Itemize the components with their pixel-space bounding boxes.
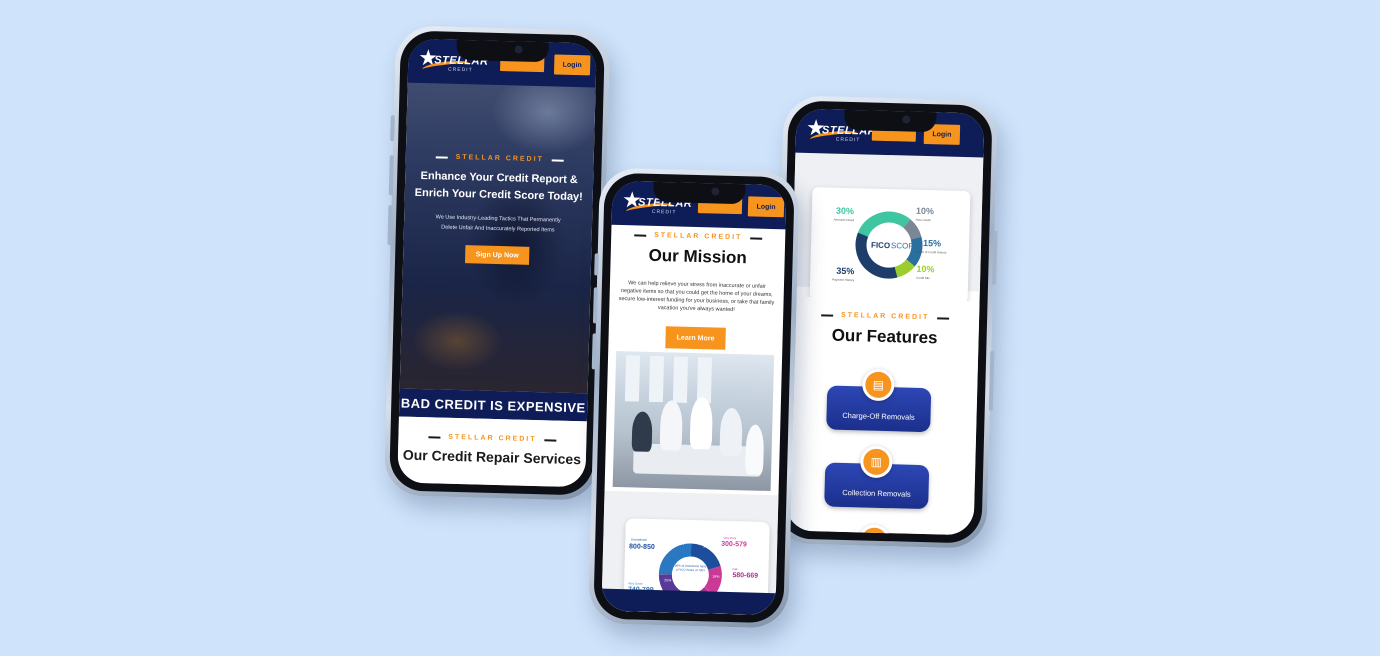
eyebrow-label: STELLAR CREDIT — [455, 153, 544, 164]
side-button — [992, 230, 998, 285]
eyebrow-dash — [435, 155, 448, 159]
fico-donut-chart: FICO SCORE 30% Amounts Owed 10% New Cred… — [832, 206, 947, 283]
services-title: Our Credit Repair Services — [402, 446, 582, 468]
window — [648, 355, 665, 403]
eyebrow-dash — [544, 438, 557, 442]
range-very-poor: 300-579 — [721, 541, 747, 549]
phone-notch — [456, 39, 549, 63]
eyebrow-label: STELLAR CREDIT — [654, 231, 743, 242]
fico-pct-mix: 10% — [916, 264, 934, 274]
camera-icon — [711, 187, 720, 196]
range-name-very-good: Very Good — [628, 581, 643, 585]
mission-section: STELLAR CREDIT Our Mission We can help r… — [608, 225, 785, 352]
range-name-very-poor: Very Poor — [723, 536, 736, 540]
fico-score-card: FICO SCORE 30% Amounts Owed 10% New Cred… — [809, 187, 971, 304]
range-fair: 580-669 — [732, 572, 758, 580]
fico-label-new-credit: New Credit — [916, 218, 931, 222]
eyebrow-dash — [634, 233, 647, 237]
team-high-five-photo — [612, 350, 775, 492]
range-name-fair: Fair — [732, 567, 737, 571]
pct-very-good: 25% — [664, 578, 671, 582]
services-section: STELLAR CREDIT Our Credit Repair Service… — [397, 416, 587, 488]
phone-mockup-home: ★ STELLAR CREDIT Login STELLAR CREDIT En… — [383, 25, 611, 501]
login-button[interactable]: Login — [553, 54, 591, 76]
login-button[interactable]: Login — [747, 196, 785, 218]
eyebrow-dash — [428, 435, 441, 439]
pct-very-poor: 16% — [703, 544, 710, 548]
range-name-exceptional: Exceptional — [631, 537, 647, 541]
window — [672, 356, 689, 403]
fico-label-mix: Credit Mix — [916, 276, 930, 280]
sign-up-button[interactable]: Sign Up Now — [464, 245, 530, 265]
side-button — [591, 333, 597, 370]
phone-notch — [653, 181, 746, 205]
eyebrow-label: STELLAR CREDIT — [448, 433, 537, 444]
feature-card-charge-off[interactable]: ▤ Charge-Off Removals — [826, 368, 932, 433]
features-title: Our Features — [831, 325, 938, 348]
person — [745, 424, 765, 475]
hero-subtitle: We Use Industry-Leading Tactics That Per… — [435, 214, 561, 234]
feature-card-collection[interactable]: ▥ Collection Removals — [824, 444, 930, 510]
fico-label-amounts: Amounts Owed — [834, 218, 855, 223]
eyebrow-dash — [551, 158, 564, 162]
side-button — [387, 205, 393, 246]
fico-center-label: FICO — [871, 241, 890, 250]
footer-bar — [601, 588, 776, 616]
features-section: STELLAR CREDIT Our Features ▤ Charge-Off… — [785, 296, 980, 536]
eyebrow-dash — [820, 313, 834, 317]
logo-subtitle: CREDIT — [651, 208, 677, 216]
phone-screen: FICO SCORE 30% Amounts Owed 10% New Cred… — [785, 108, 985, 536]
camera-icon — [902, 115, 911, 124]
fico-pct-new-credit: 10% — [916, 206, 934, 216]
feature-card-third[interactable]: ▦ — [824, 523, 928, 536]
eyebrow-label: STELLAR CREDIT — [840, 311, 930, 322]
window — [696, 357, 713, 404]
window — [624, 355, 641, 402]
camera-icon — [514, 45, 523, 54]
phone-mockup-mission: STELLAR CREDIT Our Mission We can help r… — [588, 167, 800, 629]
range-exceptional: 800-850 — [629, 543, 655, 551]
pct-exceptional: 20% — [677, 542, 684, 546]
eyebrow: STELLAR CREDIT — [398, 432, 586, 444]
person — [719, 407, 743, 457]
fico-pct-payment: 35% — [836, 266, 854, 276]
side-button — [390, 115, 395, 142]
hero-section: STELLAR CREDIT Enhance Your Credit Repor… — [403, 153, 594, 267]
phone-screen: STELLAR CREDIT Our Mission We can help r… — [601, 180, 787, 616]
fico-label-length: Length of Credit History — [915, 250, 947, 255]
side-button — [388, 155, 394, 196]
eyebrow-dash — [937, 316, 950, 320]
hero-title-line-2: Enrich Your Credit Score Today! — [414, 186, 583, 204]
phone-mockup-features: FICO SCORE 30% Amounts Owed 10% New Cred… — [772, 95, 998, 549]
learn-more-button[interactable]: Learn More — [665, 326, 726, 350]
person — [659, 400, 683, 451]
hero-title: Enhance Your Credit Report & Enrich Your… — [405, 168, 594, 207]
side-button — [594, 253, 599, 276]
fico-section: FICO SCORE 30% Amounts Owed 10% New Cred… — [791, 152, 984, 304]
person — [689, 396, 714, 450]
donut-center-text: 60% of Americans have a FICO Score of 70… — [674, 563, 707, 573]
phone-notch — [844, 109, 937, 133]
fico-pct-length: 15% — [923, 238, 941, 248]
phone-screen: ★ STELLAR CREDIT Login STELLAR CREDIT En… — [397, 38, 597, 488]
fico-label-payment: Payment History — [832, 278, 855, 283]
eyebrow-dash — [750, 236, 763, 240]
person — [631, 411, 653, 452]
logo-subtitle: CREDIT — [835, 136, 861, 144]
pct-fair: 18% — [712, 575, 719, 579]
side-button — [988, 350, 995, 411]
mission-title: Our Mission — [648, 245, 748, 268]
side-button — [592, 287, 598, 324]
logo-subtitle: CREDIT — [447, 66, 473, 74]
fico-pct-amounts: 30% — [836, 206, 854, 216]
mission-body: We can help relieve your stress from ina… — [618, 280, 775, 314]
eyebrow: STELLAR CREDIT — [611, 231, 785, 243]
eyebrow: STELLAR CREDIT — [791, 311, 979, 323]
donut-center: 60% of Americans have a FICO Score of 70… — [674, 563, 707, 573]
